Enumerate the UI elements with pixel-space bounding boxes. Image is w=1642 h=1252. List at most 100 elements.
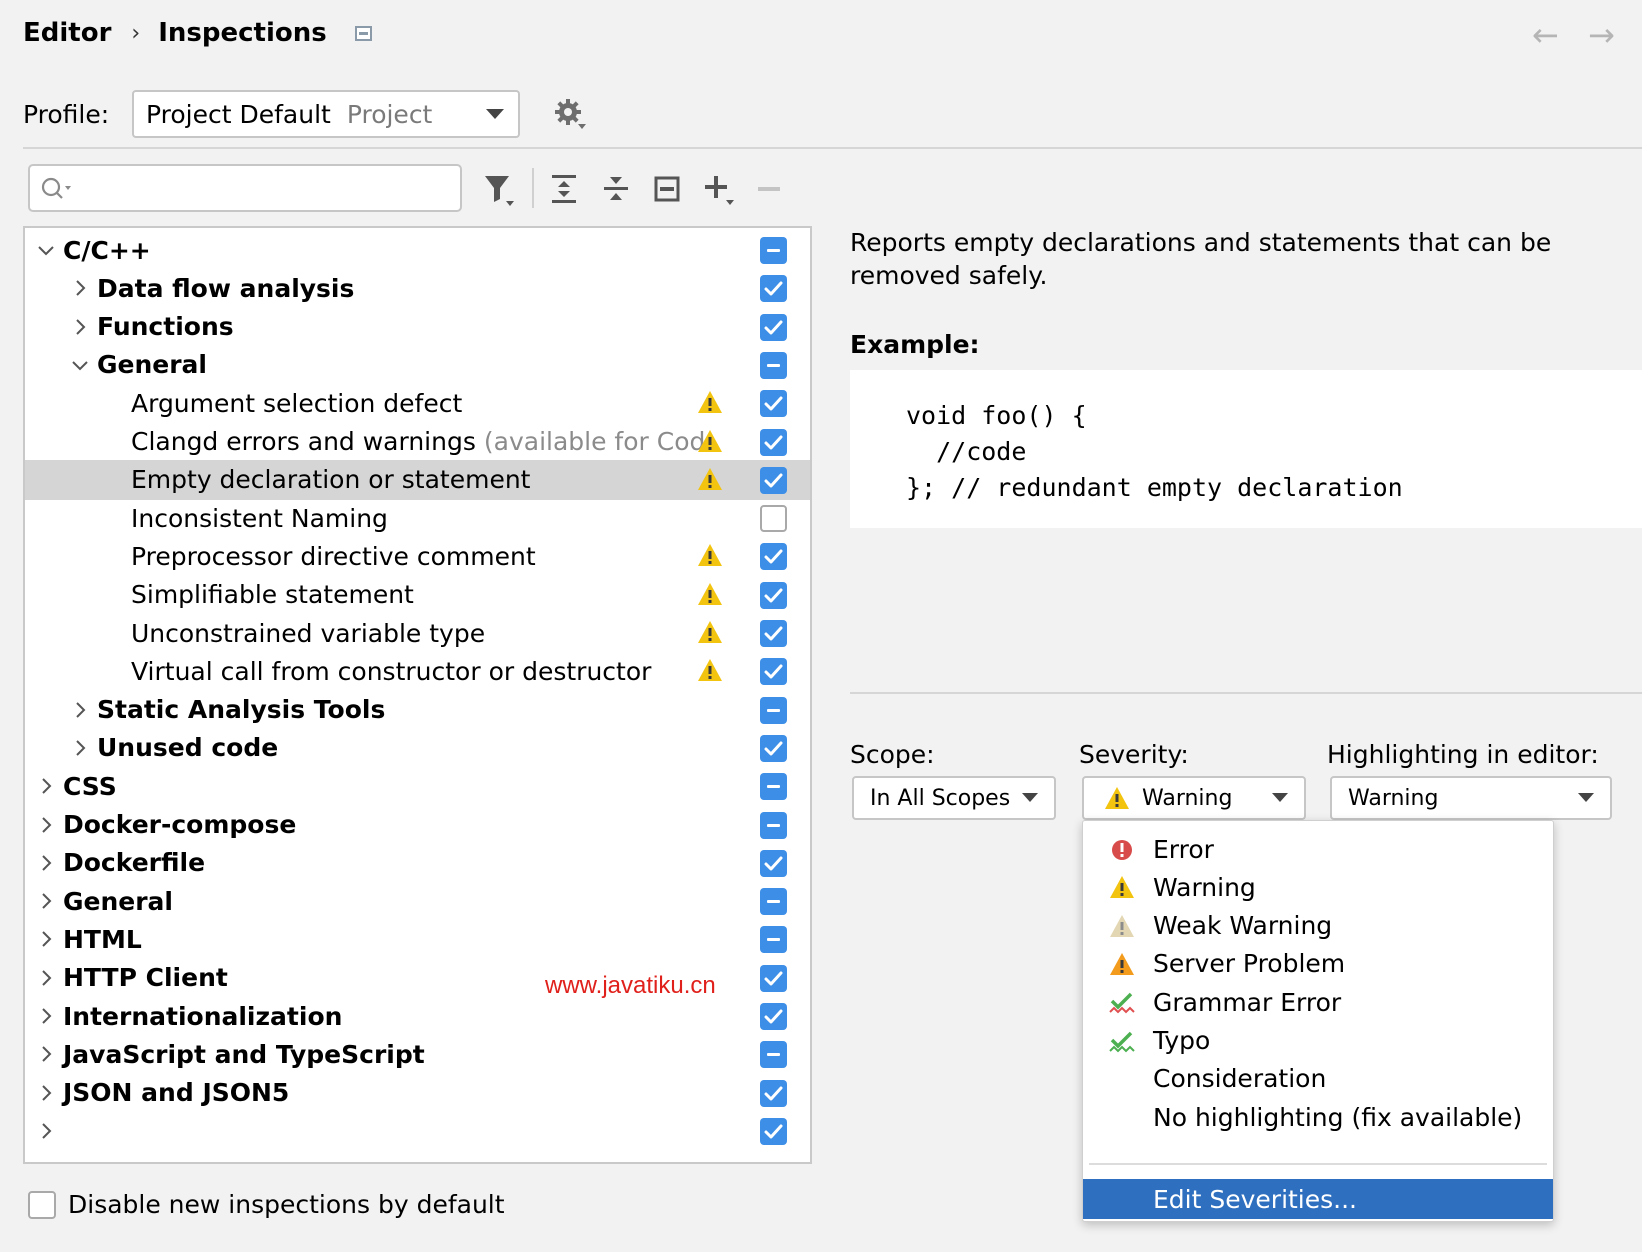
menu-item-severity[interactable]: No highlighting (fix available) bbox=[1083, 1097, 1553, 1137]
tree-row[interactable]: C/C++ bbox=[25, 230, 810, 270]
tree-row[interactable]: JSON and JSON5 bbox=[25, 1073, 810, 1113]
inspection-checkbox[interactable] bbox=[760, 275, 787, 303]
search-input[interactable] bbox=[78, 172, 448, 204]
tree-row[interactable]: Static Analysis Tools bbox=[25, 690, 810, 730]
inspection-checkbox[interactable] bbox=[760, 1117, 787, 1145]
chevron-right-icon[interactable] bbox=[35, 1043, 57, 1065]
tree-row[interactable]: Data flow analysis bbox=[25, 268, 810, 308]
menu-item-severity[interactable]: Server Problem bbox=[1083, 944, 1553, 984]
inspection-name: HTTP Client bbox=[63, 963, 228, 993]
tree-row-label: Clangd errors and warnings (available for… bbox=[131, 427, 705, 456]
tree-row[interactable]: Unconstrained variable type bbox=[25, 613, 810, 653]
chevron-right-icon[interactable] bbox=[69, 277, 91, 299]
inspection-checkbox[interactable] bbox=[760, 237, 787, 264]
tree-row[interactable]: Inconsistent Naming bbox=[25, 498, 810, 538]
inspection-checkbox[interactable] bbox=[760, 466, 787, 494]
chevron-right-icon[interactable] bbox=[35, 1082, 57, 1104]
inspection-checkbox[interactable] bbox=[760, 696, 787, 724]
tree-row[interactable]: Clangd errors and warnings (available for… bbox=[25, 422, 810, 462]
chevron-right-icon[interactable] bbox=[35, 890, 57, 912]
tree-row[interactable]: Simplifiable statement bbox=[25, 575, 810, 615]
breadcrumb-parent[interactable]: Editor bbox=[23, 18, 111, 48]
tree-row[interactable]: Argument selection defect bbox=[25, 383, 810, 423]
chevron-right-icon[interactable] bbox=[35, 814, 57, 836]
check-icon bbox=[764, 1124, 783, 1139]
tree-row[interactable]: JavaScript and TypeScript bbox=[25, 1034, 810, 1074]
chevron-right-icon[interactable] bbox=[35, 1005, 57, 1027]
inspection-checkbox[interactable] bbox=[760, 351, 787, 379]
menu-item-severity[interactable]: Warning bbox=[1083, 867, 1553, 907]
menu-item-edit-severities[interactable]: Edit Severities... bbox=[1083, 1179, 1553, 1219]
disable-new-inspections-checkbox[interactable] bbox=[28, 1191, 56, 1219]
inspection-checkbox[interactable] bbox=[760, 505, 787, 533]
inspection-checkbox[interactable] bbox=[760, 658, 787, 686]
collapse-all-icon[interactable] bbox=[597, 170, 635, 208]
inspections-tree[interactable]: C/C++ Data flow analysis Functions General A… bbox=[23, 226, 812, 1164]
inspection-checkbox[interactable] bbox=[760, 888, 787, 916]
tree-row[interactable]: Functions bbox=[25, 307, 810, 347]
inspection-checkbox[interactable] bbox=[760, 1041, 787, 1069]
tree-row[interactable]: Virtual call from constructor or destruc… bbox=[25, 651, 810, 691]
chevron-right-icon[interactable] bbox=[35, 967, 57, 989]
chevron-right-icon[interactable] bbox=[35, 852, 57, 874]
highlighting-select[interactable]: Warning bbox=[1330, 776, 1612, 820]
chevron-right-icon[interactable] bbox=[35, 1120, 57, 1142]
back-arrow-icon[interactable]: ← bbox=[1532, 16, 1559, 54]
tree-row[interactable]: General bbox=[25, 881, 810, 921]
tree-row[interactable]: Dockerfile bbox=[25, 843, 810, 883]
inspection-checkbox[interactable] bbox=[760, 964, 787, 992]
inspection-checkbox[interactable] bbox=[760, 620, 787, 647]
inspection-checkbox[interactable] bbox=[760, 773, 787, 801]
warning-icon bbox=[697, 429, 723, 459]
chevron-right-icon[interactable] bbox=[35, 775, 57, 797]
chevron-right-icon[interactable] bbox=[35, 928, 57, 950]
expand-all-icon[interactable] bbox=[545, 170, 583, 208]
tree-row[interactable]: Empty declaration or statement bbox=[25, 459, 810, 500]
tree-row[interactable]: CSS bbox=[25, 766, 810, 806]
check-icon bbox=[764, 626, 783, 641]
severity-dropdown[interactable]: Error Warning Weak Warning Server Problem Gr… bbox=[1082, 820, 1554, 1222]
inspection-checkbox[interactable] bbox=[760, 390, 787, 418]
inspection-checkbox[interactable] bbox=[760, 926, 787, 954]
tree-row[interactable]: Docker-compose bbox=[25, 805, 810, 845]
filter-icon[interactable] bbox=[480, 170, 518, 208]
inspection-checkbox[interactable] bbox=[760, 811, 787, 839]
tree-row[interactable] bbox=[25, 1111, 810, 1151]
scope-select[interactable]: In All Scopes bbox=[852, 776, 1056, 820]
inspection-checkbox[interactable] bbox=[760, 428, 787, 456]
menu-item-severity[interactable]: Grammar Error bbox=[1083, 982, 1553, 1022]
menu-item-severity[interactable]: Typo bbox=[1083, 1021, 1553, 1061]
inspection-checkbox[interactable] bbox=[760, 313, 787, 341]
pin-icon[interactable] bbox=[354, 25, 372, 41]
chevron-right-icon[interactable] bbox=[69, 699, 91, 721]
severity-select[interactable]: Warning bbox=[1082, 776, 1306, 820]
inspection-name: Docker-compose bbox=[63, 810, 297, 839]
chevron-down-icon[interactable] bbox=[69, 354, 91, 376]
profile-select[interactable]: Project Default Project bbox=[132, 90, 520, 138]
tree-row[interactable]: Preprocessor directive comment bbox=[25, 536, 810, 576]
inspection-checkbox[interactable] bbox=[760, 543, 787, 571]
tree-row[interactable]: General bbox=[25, 345, 810, 385]
menu-item-severity[interactable]: Weak Warning bbox=[1083, 906, 1553, 946]
reset-icon[interactable] bbox=[648, 170, 686, 208]
menu-item-severity[interactable]: Error bbox=[1083, 829, 1553, 869]
menu-item-severity[interactable]: Consideration bbox=[1083, 1059, 1553, 1099]
chevron-right-icon bbox=[42, 893, 52, 909]
inspection-checkbox[interactable] bbox=[760, 581, 787, 609]
tree-row[interactable]: Unused code bbox=[25, 728, 810, 768]
gear-icon[interactable] bbox=[552, 96, 588, 132]
inspection-checkbox[interactable] bbox=[760, 1003, 787, 1030]
inspection-checkbox[interactable] bbox=[760, 849, 787, 877]
forward-arrow-icon[interactable]: → bbox=[1588, 16, 1615, 54]
inspection-checkbox[interactable] bbox=[760, 1079, 787, 1107]
chevron-down-icon[interactable] bbox=[35, 239, 57, 261]
warning-icon bbox=[698, 621, 722, 643]
search-field[interactable] bbox=[28, 164, 462, 212]
chevron-right-icon[interactable] bbox=[69, 737, 91, 759]
inspection-checkbox[interactable] bbox=[760, 734, 787, 762]
tree-row[interactable]: HTML bbox=[25, 919, 810, 959]
breadcrumb-separator: › bbox=[131, 20, 141, 46]
add-icon[interactable] bbox=[700, 170, 738, 208]
tree-row[interactable]: Internationalization bbox=[25, 996, 810, 1036]
chevron-right-icon[interactable] bbox=[69, 316, 91, 338]
